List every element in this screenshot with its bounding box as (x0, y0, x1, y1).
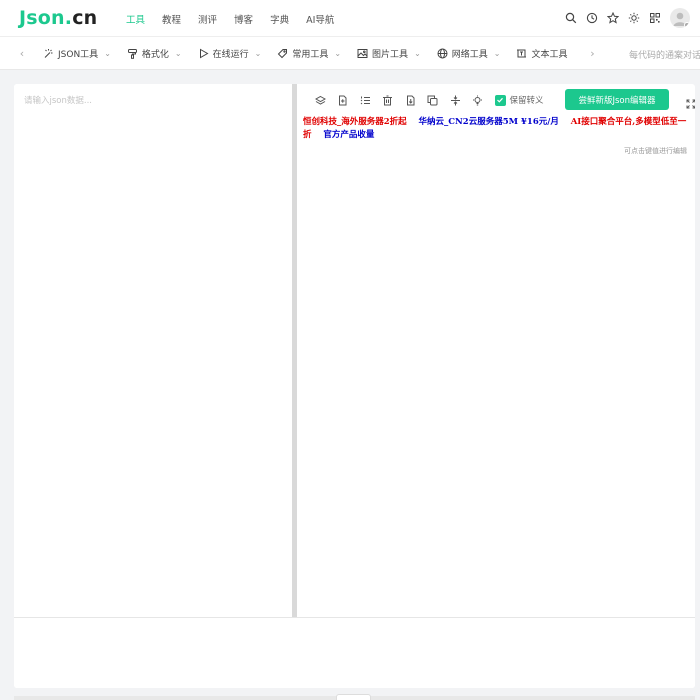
category-run-online[interactable]: 在线运行 ⌄ (198, 47, 261, 60)
category-network-tools[interactable]: 网络工具 ⌄ (437, 47, 500, 60)
qrcode-icon[interactable] (648, 11, 662, 25)
list-ordered-icon[interactable] (358, 93, 372, 107)
magic-icon (44, 49, 53, 58)
json-input-pane (14, 84, 292, 617)
trash-icon[interactable] (381, 93, 395, 107)
scroll-right-icon[interactable]: › (582, 47, 604, 60)
json-editor-panel: 保留转义 尝鲜新版Json编辑器 恒创科技_海外服务器2折起 华纳云_CN2云服… (14, 84, 695, 688)
nav-item-dictionary[interactable]: 字典 (270, 12, 289, 26)
keep-escape-toggle[interactable]: 保留转义 (494, 94, 544, 106)
user-avatar[interactable] (670, 8, 690, 28)
editor-bottom-area (14, 617, 695, 688)
top-bar: Json.cn 工具 教程 测评 博客 字典 AI导航 (0, 0, 700, 37)
json-output-pane: 保留转义 尝鲜新版Json编辑器 恒创科技_海外服务器2折起 华纳云_CN2云服… (297, 84, 695, 617)
ad-link[interactable]: 官方产品收量 (323, 130, 374, 140)
category-common-tools[interactable]: 常用工具 ⌄ (277, 47, 341, 60)
compress-icon[interactable] (448, 93, 462, 107)
nav-item-ai-nav[interactable]: AI导航 (306, 12, 334, 26)
category-text-tools[interactable]: 文本工具 (516, 47, 568, 60)
marquee-text[interactable]: 每代码的通案对话 (629, 48, 700, 61)
keep-escape-checkbox[interactable] (494, 94, 506, 106)
sun-icon[interactable] (627, 11, 641, 25)
main-nav: 工具 教程 测评 博客 字典 AI导航 (126, 12, 351, 26)
bottom-toggle-tab[interactable] (336, 694, 371, 700)
avatar-status-dot (684, 22, 690, 28)
ad-links: 恒创科技_海外服务器2折起 华纳云_CN2云服务器5M ¥16元/月 AI接口聚… (303, 116, 691, 142)
edit-hint: 可点击键值进行编辑 (624, 147, 687, 155)
layers-icon[interactable] (313, 93, 327, 107)
image-icon (357, 49, 368, 58)
site-logo[interactable]: Json.cn (19, 7, 97, 29)
search-icon[interactable] (564, 11, 578, 25)
nav-item-tools[interactable]: 工具 (126, 12, 145, 26)
star-icon[interactable] (606, 11, 620, 25)
ad-link[interactable]: 恒创科技_海外服务器2折起 (303, 117, 407, 127)
scroll-left-icon[interactable]: ‹ (11, 47, 33, 60)
download-file-icon[interactable] (403, 93, 417, 107)
keep-escape-label: 保留转义 (509, 96, 544, 106)
fullscreen-icon[interactable] (686, 94, 695, 109)
copy-icon[interactable] (426, 93, 440, 107)
tool-category-bar: ‹ JSON工具 ⌄ 格式化 ⌄ 在线运行 ⌄ 常用工具 ⌄ 图片工具 ⌄ 网络工具 ⌄ 文… (0, 37, 700, 70)
try-new-editor-button[interactable]: 尝鲜新版Json编辑器 (565, 89, 669, 110)
category-json-tools[interactable]: JSON工具 ⌄ (43, 47, 111, 60)
nav-item-tutorial[interactable]: 教程 (162, 12, 181, 26)
top-icon-group (557, 8, 690, 28)
category-image-tools[interactable]: 图片工具 ⌄ (357, 47, 421, 60)
globe-icon (437, 48, 448, 59)
ad-link[interactable]: 华纳云_CN2云服务器5M ¥16元/月 (419, 117, 559, 127)
nav-item-blog[interactable]: 博客 (234, 12, 253, 26)
json-input[interactable] (14, 84, 292, 617)
play-icon (199, 48, 209, 59)
lightbulb-icon[interactable] (471, 93, 485, 107)
category-format[interactable]: 格式化 ⌄ (127, 47, 182, 60)
tag-icon (278, 49, 288, 59)
history-icon[interactable] (585, 11, 599, 25)
brush-icon (127, 49, 137, 59)
text-icon (517, 49, 527, 58)
nav-item-review[interactable]: 测评 (198, 12, 217, 26)
file-icon[interactable] (336, 93, 350, 107)
